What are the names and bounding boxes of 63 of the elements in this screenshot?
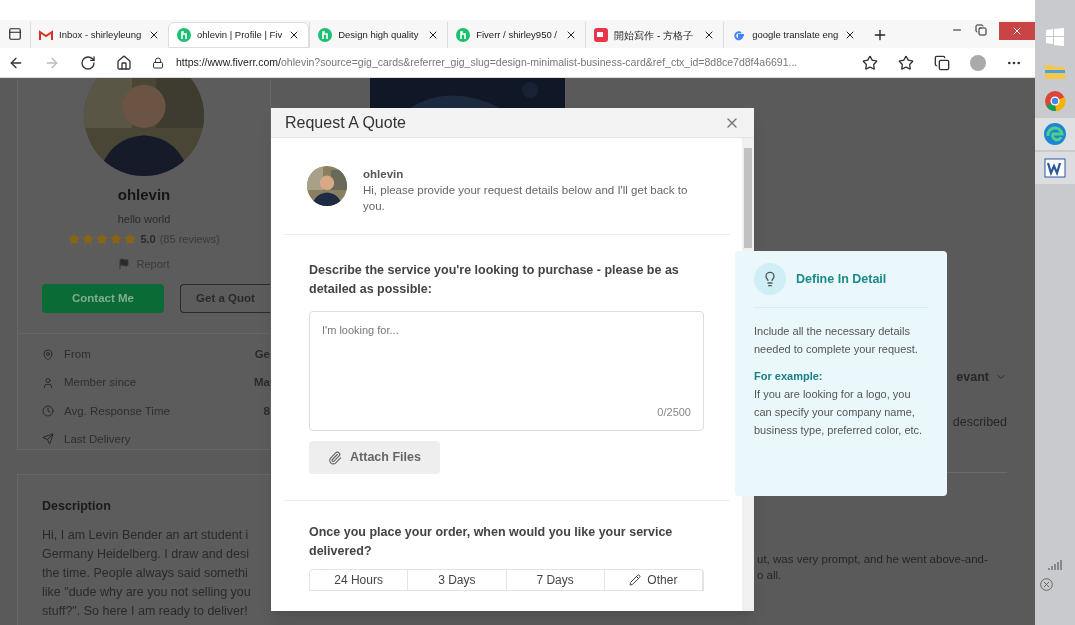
user-icon: [42, 376, 54, 389]
seller-name: ohlevin: [117, 185, 171, 205]
star-icon: [82, 233, 95, 246]
section-title: Description: [42, 498, 112, 515]
paperclip-icon: [328, 450, 343, 465]
seller-name: ohlevin: [363, 167, 405, 182]
logo-icon: [456, 28, 471, 42]
browser-tab[interactable]: ohlevin | Profile | Fiv: [168, 22, 310, 48]
attach-files-button[interactable]: Attach Files: [309, 441, 440, 474]
url-text: https://www.fiverr.com/ohlevin?source=gig_cards&referrer_gig_slug=design-minimalist-business-card&ref_ctx_id=8d8ce7d8f4a6691...: [176, 54, 798, 70]
location-icon: [42, 348, 54, 361]
edge-icon: [1043, 122, 1067, 146]
tip-text: If you are looking for a logo, you can specify your company name, business type, preferred color, etc.: [754, 386, 924, 438]
logo-icon: [318, 28, 333, 42]
tip-text: Include all the necessary details needed to complete your request.: [754, 324, 919, 357]
chrome-icon[interactable]: [1044, 90, 1066, 112]
request-textarea[interactable]: I'm looking for... 0/2500: [309, 311, 704, 431]
logo-icon: [177, 28, 191, 42]
close-icon[interactable]: [148, 29, 160, 41]
mail-icon: [39, 29, 53, 41]
logo-icon: [732, 28, 747, 42]
flag-icon: [118, 257, 131, 270]
star-icon: [96, 233, 109, 246]
home-icon[interactable]: [116, 54, 132, 71]
star-icon: [68, 233, 81, 246]
delivery-option[interactable]: 24 Hours: [310, 570, 409, 590]
tab-title: Design high quality: [338, 27, 420, 42]
edge-taskbar-button[interactable]: [1035, 118, 1075, 150]
clock-icon: [42, 405, 54, 418]
star-icon: [110, 233, 123, 246]
favorites-icon[interactable]: [898, 54, 914, 71]
seller-message: Hi, please provide your request details below and I'll get back to you.: [363, 183, 689, 214]
document-icon: [1044, 158, 1066, 178]
tab-actions-icon[interactable]: [8, 27, 22, 41]
delivery-option[interactable]: Other: [604, 570, 703, 590]
reload-icon[interactable]: [80, 54, 96, 71]
dialog-title: Request A Quote: [285, 112, 407, 133]
tab-title: 開始寫作 - 方格子: [614, 28, 695, 43]
character-counter: 0/2500: [657, 404, 691, 420]
tab-title: ohlevin | Profile | Fiv: [197, 27, 283, 42]
lightbulb-icon: [754, 263, 786, 295]
example-title: For example:: [754, 369, 824, 384]
tip-title: Define In Detail: [796, 270, 887, 288]
collections-icon[interactable]: [934, 54, 950, 71]
pencil-icon: [629, 574, 642, 586]
logo-icon: [594, 28, 609, 42]
favorite-icon[interactable]: [862, 54, 878, 71]
paper-plane-icon: [42, 433, 54, 446]
delivery-option[interactable]: 7 Days: [506, 570, 605, 590]
close-icon: [1011, 25, 1023, 37]
tab-title: Inbox - shirleyleung: [59, 27, 142, 42]
word-taskbar-button[interactable]: [1035, 152, 1075, 184]
question-label: Once you place your order, when would you like your service delivered?: [309, 524, 674, 560]
tab-title: google translate eng: [752, 27, 839, 42]
delivery-option[interactable]: 3 Days: [408, 570, 507, 590]
lock-icon: [152, 56, 164, 69]
address-bar[interactable]: https://www.fiverr.com/ohlevin?source=gig_cards&referrer_gig_slug=design-minimalist-business-card&ref_ctx_id=8d8ce7d8f4a6691...: [152, 54, 842, 71]
restore-icon[interactable]: [975, 24, 987, 36]
close-circle-icon[interactable]: [1040, 578, 1053, 591]
star-icon: [124, 233, 137, 246]
placeholder-text: I'm looking for...: [322, 323, 400, 338]
tab-title: Fiverr / shirley950 /: [476, 27, 558, 42]
question-label: Describe the service you're looking to purchase - please be as detailed as possible:: [309, 262, 680, 298]
